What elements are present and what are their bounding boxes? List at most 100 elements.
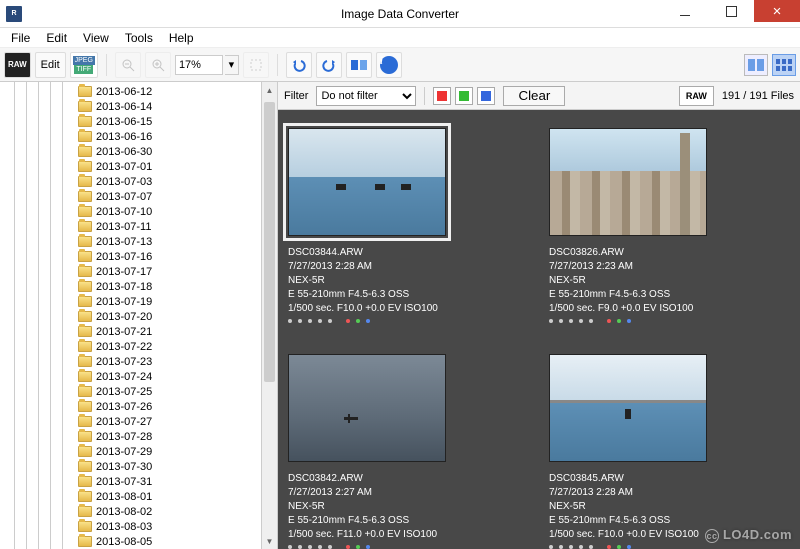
scroll-thumb[interactable]: [264, 102, 275, 382]
folder-label: 2013-07-23: [96, 356, 152, 368]
compare-button[interactable]: [346, 52, 372, 78]
scroll-up-icon[interactable]: ▲: [262, 82, 277, 98]
rating-dots: [549, 319, 790, 330]
scroll-down-icon[interactable]: ▼: [262, 533, 277, 549]
undo-button[interactable]: [286, 52, 312, 78]
lens-info: E 55-210mm F4.5-6.3 OSS: [288, 514, 529, 528]
file-date: 7/27/2013 2:28 AM: [549, 486, 790, 500]
folder-label: 2013-07-24: [96, 371, 152, 383]
flag-blue-button[interactable]: [477, 87, 495, 105]
close-button[interactable]: ×: [754, 0, 800, 22]
menu-tools[interactable]: Tools: [118, 29, 160, 47]
folder-label: 2013-06-16: [96, 131, 152, 143]
folder-icon: [78, 176, 92, 187]
folder-icon: [78, 251, 92, 262]
thumbnail-image[interactable]: [288, 354, 446, 462]
folder-icon: [78, 536, 92, 547]
folder-icon: [78, 161, 92, 172]
menu-file[interactable]: File: [4, 29, 37, 47]
edit-button[interactable]: Edit: [35, 52, 66, 78]
thumbnail-grid[interactable]: DSC03844.ARW7/27/2013 2:28 AMNEX-5RE 55-…: [278, 110, 800, 549]
folder-label: 2013-07-27: [96, 416, 152, 428]
thumbnail-card[interactable]: DSC03844.ARW7/27/2013 2:28 AMNEX-5RE 55-…: [288, 128, 529, 330]
folder-icon: [78, 191, 92, 202]
folder-label: 2013-07-25: [96, 386, 152, 398]
folder-icon: [78, 146, 92, 157]
thumbnail-panel: Filter Do not filter Clear RAW 191 / 191…: [278, 82, 800, 549]
folder-label: 2013-07-19: [96, 296, 152, 308]
minimize-button[interactable]: [662, 0, 708, 22]
tree-scrollbar[interactable]: ▲ ▼: [261, 82, 277, 549]
zoom-in-button[interactable]: [145, 52, 171, 78]
folder-label: 2013-07-20: [96, 311, 152, 323]
flag-red-button[interactable]: [433, 87, 451, 105]
folder-icon: [78, 416, 92, 427]
folder-icon: [78, 116, 92, 127]
file-name: DSC03842.ARW: [288, 472, 529, 486]
folder-icon: [78, 326, 92, 337]
thumbnail-meta: DSC03844.ARW7/27/2013 2:28 AMNEX-5RE 55-…: [288, 246, 529, 330]
file-name: DSC03826.ARW: [549, 246, 790, 260]
folder-icon: [78, 221, 92, 232]
menu-edit[interactable]: Edit: [39, 29, 74, 47]
title-bar: R Image Data Converter ×: [0, 0, 800, 28]
menu-bar: File Edit View Tools Help: [0, 28, 800, 48]
folder-icon: [78, 236, 92, 247]
lens-info: E 55-210mm F4.5-6.3 OSS: [549, 288, 790, 302]
flag-green-button[interactable]: [455, 87, 473, 105]
filter-label: Filter: [284, 90, 308, 102]
folder-label: 2013-07-10: [96, 206, 152, 218]
grid-view-button[interactable]: [772, 54, 796, 76]
file-date: 7/27/2013 2:27 AM: [288, 486, 529, 500]
exposure-info: 1/500 sec. F11.0 +0.0 EV ISO100: [288, 528, 529, 542]
raw-filter-button[interactable]: RAW: [679, 86, 714, 106]
toolbar: RAW Edit JPEGTIFF ▾ i: [0, 48, 800, 82]
maximize-button[interactable]: [708, 0, 754, 22]
thumbnail-image[interactable]: [288, 128, 446, 236]
menu-help[interactable]: Help: [162, 29, 201, 47]
fit-button[interactable]: [243, 52, 269, 78]
info-button[interactable]: i: [376, 52, 402, 78]
folder-label: 2013-06-14: [96, 101, 152, 113]
thumbnail-card[interactable]: DSC03845.ARW7/27/2013 2:28 AMNEX-5RE 55-…: [549, 354, 790, 549]
folder-tree[interactable]: 2013-06-122013-06-142013-06-152013-06-16…: [0, 82, 278, 549]
thumbnail-image[interactable]: [549, 354, 707, 462]
file-name: DSC03845.ARW: [549, 472, 790, 486]
thumbnail-image[interactable]: [549, 128, 707, 236]
folder-icon: [78, 296, 92, 307]
folder-icon: [78, 401, 92, 412]
jpeg-tiff-button[interactable]: JPEGTIFF: [70, 52, 98, 78]
menu-view[interactable]: View: [76, 29, 116, 47]
folder-label: 2013-07-18: [96, 281, 152, 293]
rating-dots: [549, 545, 790, 549]
thumbnail-meta: DSC03826.ARW7/27/2013 2:23 AMNEX-5RE 55-…: [549, 246, 790, 330]
watermark: ccLO4D.com: [705, 527, 792, 543]
camera-model: NEX-5R: [288, 274, 529, 288]
zoom-out-button[interactable]: [115, 52, 141, 78]
filter-select[interactable]: Do not filter: [316, 86, 416, 106]
zoom-input[interactable]: [175, 55, 223, 75]
folder-label: 2013-07-01: [96, 161, 152, 173]
thumbnail-card[interactable]: DSC03826.ARW7/27/2013 2:23 AMNEX-5RE 55-…: [549, 128, 790, 330]
folder-label: 2013-07-22: [96, 341, 152, 353]
file-name: DSC03844.ARW: [288, 246, 529, 260]
file-date: 7/27/2013 2:23 AM: [549, 260, 790, 274]
folder-icon: [78, 311, 92, 322]
folder-icon: [78, 491, 92, 502]
thumbnail-card[interactable]: DSC03842.ARW7/27/2013 2:27 AMNEX-5RE 55-…: [288, 354, 529, 549]
folder-label: 2013-07-07: [96, 191, 152, 203]
folder-icon: [78, 131, 92, 142]
clear-button[interactable]: Clear: [503, 86, 565, 106]
exposure-info: 1/500 sec. F9.0 +0.0 EV ISO100: [549, 302, 790, 316]
zoom-dropdown[interactable]: ▾: [225, 55, 239, 75]
folder-label: 2013-08-05: [96, 536, 152, 548]
toolbar-separator: [277, 54, 278, 76]
split-view-button[interactable]: [744, 54, 768, 76]
folder-icon: [78, 206, 92, 217]
raw-mode-button[interactable]: RAW: [4, 52, 31, 78]
app-icon: R: [6, 6, 22, 22]
folder-icon: [78, 356, 92, 367]
folder-icon: [78, 476, 92, 487]
lens-info: E 55-210mm F4.5-6.3 OSS: [288, 288, 529, 302]
redo-button[interactable]: [316, 52, 342, 78]
